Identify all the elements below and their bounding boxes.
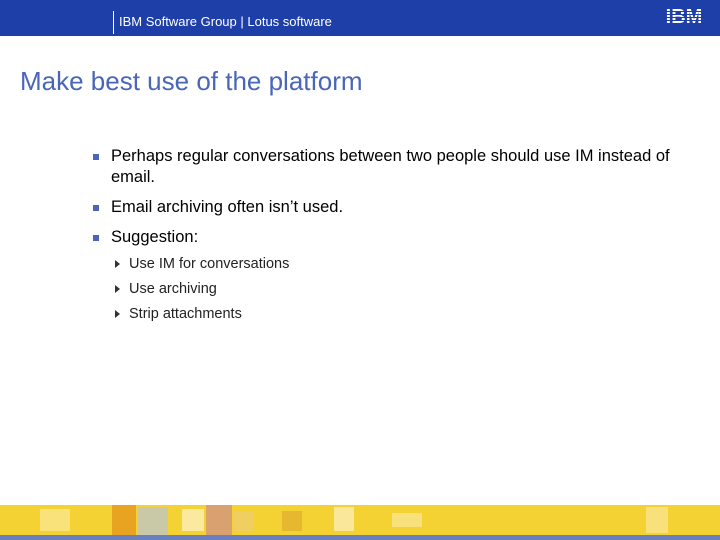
header-group-text: IBM Software Group | Lotus software (119, 14, 332, 29)
sub-bullet-item: Use archiving (115, 280, 217, 298)
footer-tile (282, 511, 302, 531)
footer-tile (646, 507, 668, 533)
sub-bullet-text: Use IM for conversations (129, 256, 290, 272)
footer-tile (40, 509, 70, 531)
footer-tile (392, 513, 422, 527)
footer-tile (234, 511, 254, 531)
bullet-text: Perhaps regular conversations between tw… (111, 147, 670, 186)
bullet-item: Email archiving often isn’t used. (93, 197, 671, 218)
ibm-logo: IBM (666, 6, 703, 26)
footer-tile (206, 505, 232, 535)
sub-bullet-text: Use archiving (129, 281, 217, 297)
footer-decoration (0, 505, 720, 540)
square-bullet-icon (93, 235, 99, 241)
footer-tile (138, 507, 168, 535)
sub-bullet-text: Strip attachments (129, 306, 242, 322)
bullet-item: Suggestion: (93, 227, 671, 248)
footer-tile (112, 505, 136, 535)
bullet-text: Suggestion: (111, 228, 199, 246)
triangle-bullet-icon (115, 285, 120, 293)
footer-tile (334, 507, 354, 531)
sub-bullet-item: Use IM for conversations (115, 255, 289, 273)
bullet-item: Perhaps regular conversations between tw… (93, 146, 671, 188)
sub-bullet-item: Strip attachments (115, 305, 242, 323)
bullet-text: Email archiving often isn’t used. (111, 198, 344, 216)
ibm-logo-text: IBM (666, 6, 703, 26)
footer-tile (182, 509, 204, 531)
header-divider (113, 11, 114, 34)
triangle-bullet-icon (115, 260, 120, 268)
square-bullet-icon (93, 205, 99, 211)
footer-bottom-band (0, 535, 720, 540)
header-bar: IBM Software Group | Lotus software IBM (0, 0, 720, 36)
triangle-bullet-icon (115, 310, 120, 318)
square-bullet-icon (93, 154, 99, 160)
slide-title: Make best use of the platform (20, 66, 363, 96)
